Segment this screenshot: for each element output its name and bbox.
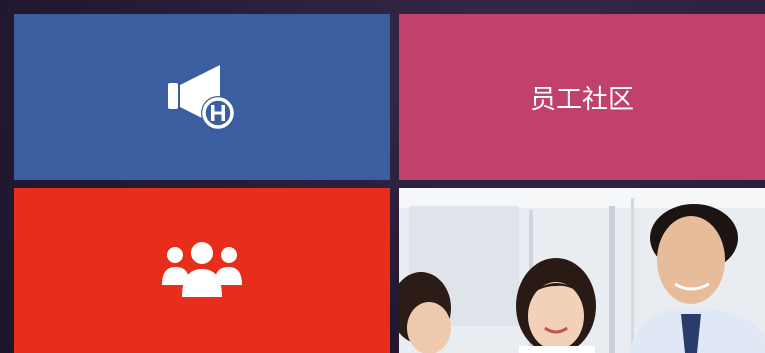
office-staff-photo (399, 188, 765, 353)
announcement-tile[interactable] (14, 14, 390, 180)
team-tile[interactable] (14, 188, 390, 353)
staff-photo-tile[interactable] (399, 188, 765, 353)
megaphone-h-icon (168, 65, 235, 130)
group-people-icon (162, 241, 242, 297)
community-tile[interactable]: 员工社区 (399, 14, 765, 180)
community-tile-label: 员工社区 (529, 84, 634, 115)
